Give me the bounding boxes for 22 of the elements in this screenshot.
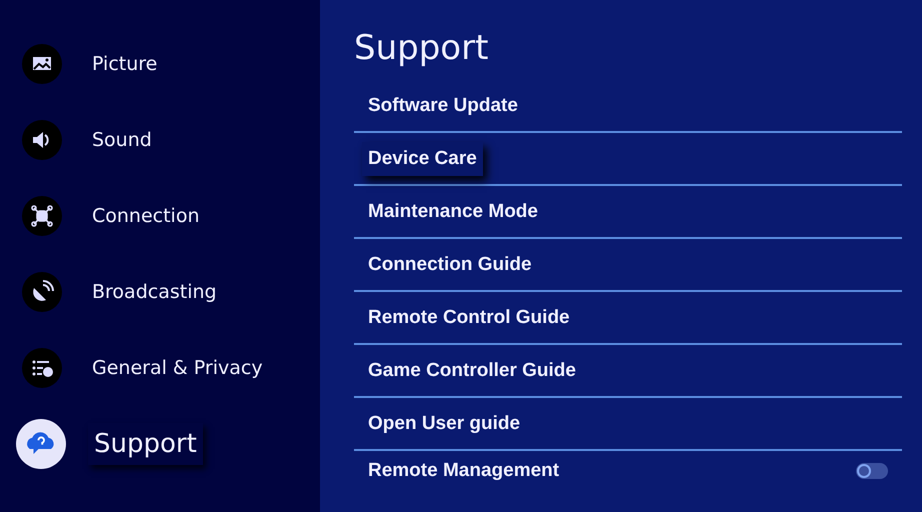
network-icon[interactable]: [22, 196, 62, 236]
menu-item[interactable]: Sound: [86, 123, 158, 157]
satellite-dish-icon[interactable]: [22, 272, 62, 312]
menu-item[interactable]: Support: [88, 423, 203, 465]
menu-item[interactable]: Open User guide: [362, 406, 526, 440]
menu-item[interactable]: Maintenance Mode: [362, 194, 544, 228]
menu-item[interactable]: General & Privacy: [86, 351, 269, 385]
menu-item[interactable]: Device Care: [362, 142, 483, 176]
menu-item[interactable]: Broadcasting: [86, 275, 223, 309]
panel-title: Support: [354, 27, 490, 70]
menu-item[interactable]: Picture: [86, 47, 164, 81]
toggle-switch[interactable]: [856, 463, 888, 479]
menu-item[interactable]: Software Update: [362, 88, 524, 122]
speaker-icon[interactable]: [22, 120, 62, 160]
menu-item[interactable]: Remote Management: [362, 454, 566, 488]
menu-item[interactable]: Connection: [86, 199, 206, 233]
menu-item[interactable]: Game Controller Guide: [362, 354, 582, 388]
menu-item[interactable]: Remote Control Guide: [362, 300, 576, 334]
list-icon[interactable]: [22, 348, 62, 388]
picture-icon[interactable]: [22, 44, 62, 84]
help-icon[interactable]: [16, 419, 66, 469]
menu-item[interactable]: Connection Guide: [362, 248, 538, 282]
